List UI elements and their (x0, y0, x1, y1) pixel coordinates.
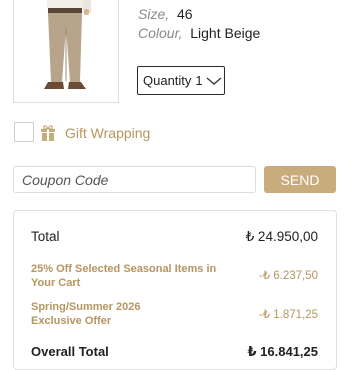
overall-total-value: ₺ 16.841,25 (247, 344, 319, 359)
gift-wrapping-checkbox[interactable] (14, 122, 34, 142)
send-coupon-button[interactable]: SEND (264, 166, 336, 193)
discount-label: Spring/Summer 2026 Exclusive Offer (31, 301, 141, 327)
coupon-code-input[interactable] (13, 166, 256, 193)
total-label: Total (31, 229, 60, 244)
discount-label: 25% Off Selected Seasonal Items in Your … (31, 263, 217, 289)
gift-icon (40, 124, 56, 141)
total-value: ₺ 24.950,00 (245, 229, 318, 244)
order-summary: Total ₺ 24.950,00 25% Off Selected Seaso… (13, 210, 337, 370)
size-value: 46 (177, 6, 193, 22)
colour-attribute: Colour, Light Beige (138, 25, 260, 41)
chevron-down-icon (206, 76, 222, 86)
gift-wrapping-label: Gift Wrapping (65, 125, 151, 141)
colour-label: Colour, (138, 25, 183, 41)
size-attribute: Size, 46 (138, 6, 193, 22)
discount-value: -₺ 1.871,25 (258, 309, 318, 321)
quantity-label: Quantity (143, 73, 192, 88)
colour-value: Light Beige (190, 25, 261, 41)
quantity-value: 1 (195, 73, 203, 88)
discount-value: -₺ 6.237,50 (258, 270, 318, 282)
product-trousers-illustration (14, 0, 118, 102)
quantity-select[interactable]: Quantity 1 (137, 66, 225, 95)
size-label: Size, (138, 6, 170, 22)
overall-total-label: Overall Total (31, 344, 109, 359)
product-image (13, 0, 119, 103)
